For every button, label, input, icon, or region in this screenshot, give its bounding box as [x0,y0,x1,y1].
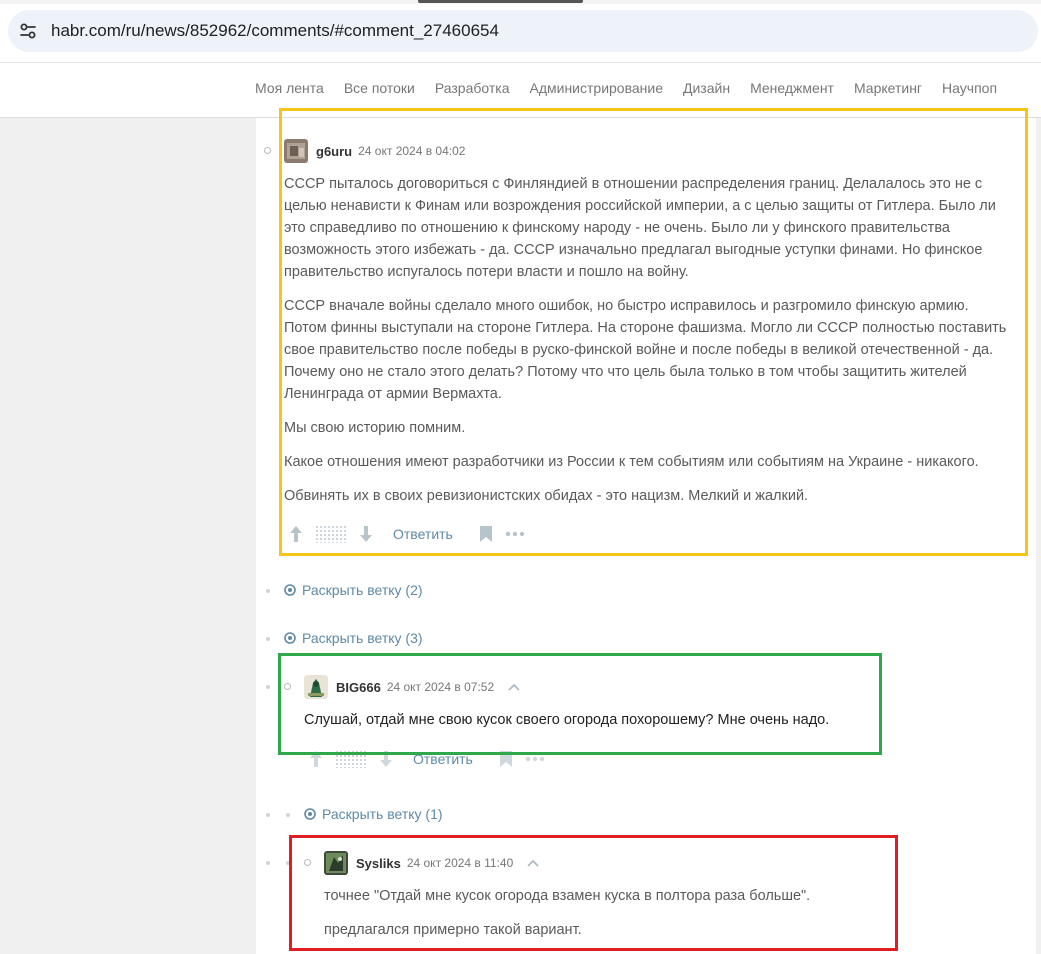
reply-button[interactable]: Ответить [413,751,473,767]
browser-toolbar: habr.com/ru/news/852962/comments/#commen… [0,0,1041,62]
nav-item-design[interactable]: Дизайн [683,80,730,96]
nav-item-my-feed[interactable]: Моя лента [255,80,324,96]
comment-paragraph: предлагался примерно такой вариант. [324,922,582,938]
comment-actions: Ответить [289,525,525,543]
address-bar[interactable]: habr.com/ru/news/852962/comments/#commen… [8,10,1038,52]
comment-header: g6uru 24 окт 2024 в 04:02 [284,139,465,163]
expand-branch-label: Раскрыть ветку (3) [302,630,423,646]
comment-paragraph: Обвинять их в своих ревизионистских обид… [284,488,809,504]
nav-item-popsci[interactable]: Научпоп [942,80,997,96]
reply-button[interactable]: Ответить [393,526,453,542]
vote-score-hidden [335,750,367,768]
bookmark-icon[interactable] [479,525,493,543]
comment-header: BIG666 24 окт 2024 в 07:52 [304,675,520,699]
vote-down-icon[interactable] [379,750,393,768]
expand-icon [284,584,296,596]
comment-paragraph: точнее "Отдай мне кусок огорода взамен к… [324,888,811,904]
thread-dot [266,685,270,689]
vote-down-icon[interactable] [359,525,373,543]
expand-branch-label: Раскрыть ветку (2) [302,582,423,598]
thread-dot [266,637,270,641]
expand-branch-button[interactable]: Раскрыть ветку (3) [284,630,423,646]
collapse-icon[interactable] [508,678,520,696]
thread-dot [264,147,271,154]
username[interactable]: BIG666 [336,680,381,695]
nav-item-development[interactable]: Разработка [435,80,510,96]
bookmark-icon[interactable] [499,750,513,768]
comment-paragraph: СССР пыталось договориться с Финляндией … [284,176,996,280]
comment-actions: Ответить [309,750,545,768]
site-header: Моя лента Все потоки Разработка Админист… [0,62,1041,118]
site-settings-icon[interactable] [10,13,46,49]
thread-dot [286,813,290,817]
nav-item-management[interactable]: Менеджмент [750,80,834,96]
expand-icon [284,632,296,644]
vote-up-icon[interactable] [309,750,323,768]
thread-dot [266,813,270,817]
username[interactable]: Sysliks [356,856,401,871]
comment-paragraph: Слушай, отдай мне свою кусок своего огор… [304,712,830,728]
nav-item-marketing[interactable]: Маркетинг [854,80,922,96]
more-options-icon[interactable] [525,756,545,762]
vote-up-icon[interactable] [289,525,303,543]
expand-branch-button[interactable]: Раскрыть ветку (2) [284,582,423,598]
comment-header: Sysliks 24 окт 2024 в 11:40 [324,851,539,875]
thread-dot [284,683,291,690]
comment-time[interactable]: 24 окт 2024 в 11:40 [407,856,513,870]
expand-icon [304,808,316,820]
hub-nav: Моя лента Все потоки Разработка Админист… [255,80,1017,96]
thread-dot [304,859,311,866]
expand-branch-button[interactable]: Раскрыть ветку (1) [304,806,443,822]
thread-dot [266,861,270,865]
more-options-icon[interactable] [505,531,525,537]
nav-item-administration[interactable]: Администрирование [530,80,664,96]
avatar[interactable] [284,139,308,163]
comment-paragraph: Какое отношения имеют разработчики из Ро… [284,454,979,470]
active-tab-indicator [418,0,583,3]
collapse-icon[interactable] [527,854,539,872]
comment-paragraph: СССР вначале войны сделало много ошибок,… [284,298,1007,402]
comment-paragraph: Мы свою историю помним. [284,420,466,436]
vote-score-hidden [315,525,347,543]
avatar[interactable] [324,851,348,875]
avatar[interactable] [304,675,328,699]
comment-time[interactable]: 24 окт 2024 в 07:52 [387,680,494,694]
url-text[interactable]: habr.com/ru/news/852962/comments/#commen… [51,21,499,41]
thread-dot [286,861,290,865]
thread-dot [266,589,270,593]
nav-item-all-streams[interactable]: Все потоки [344,80,415,96]
comment-time[interactable]: 24 окт 2024 в 04:02 [358,144,465,158]
username[interactable]: g6uru [316,144,352,159]
tab-strip [0,0,1041,4]
expand-branch-label: Раскрыть ветку (1) [322,806,443,822]
